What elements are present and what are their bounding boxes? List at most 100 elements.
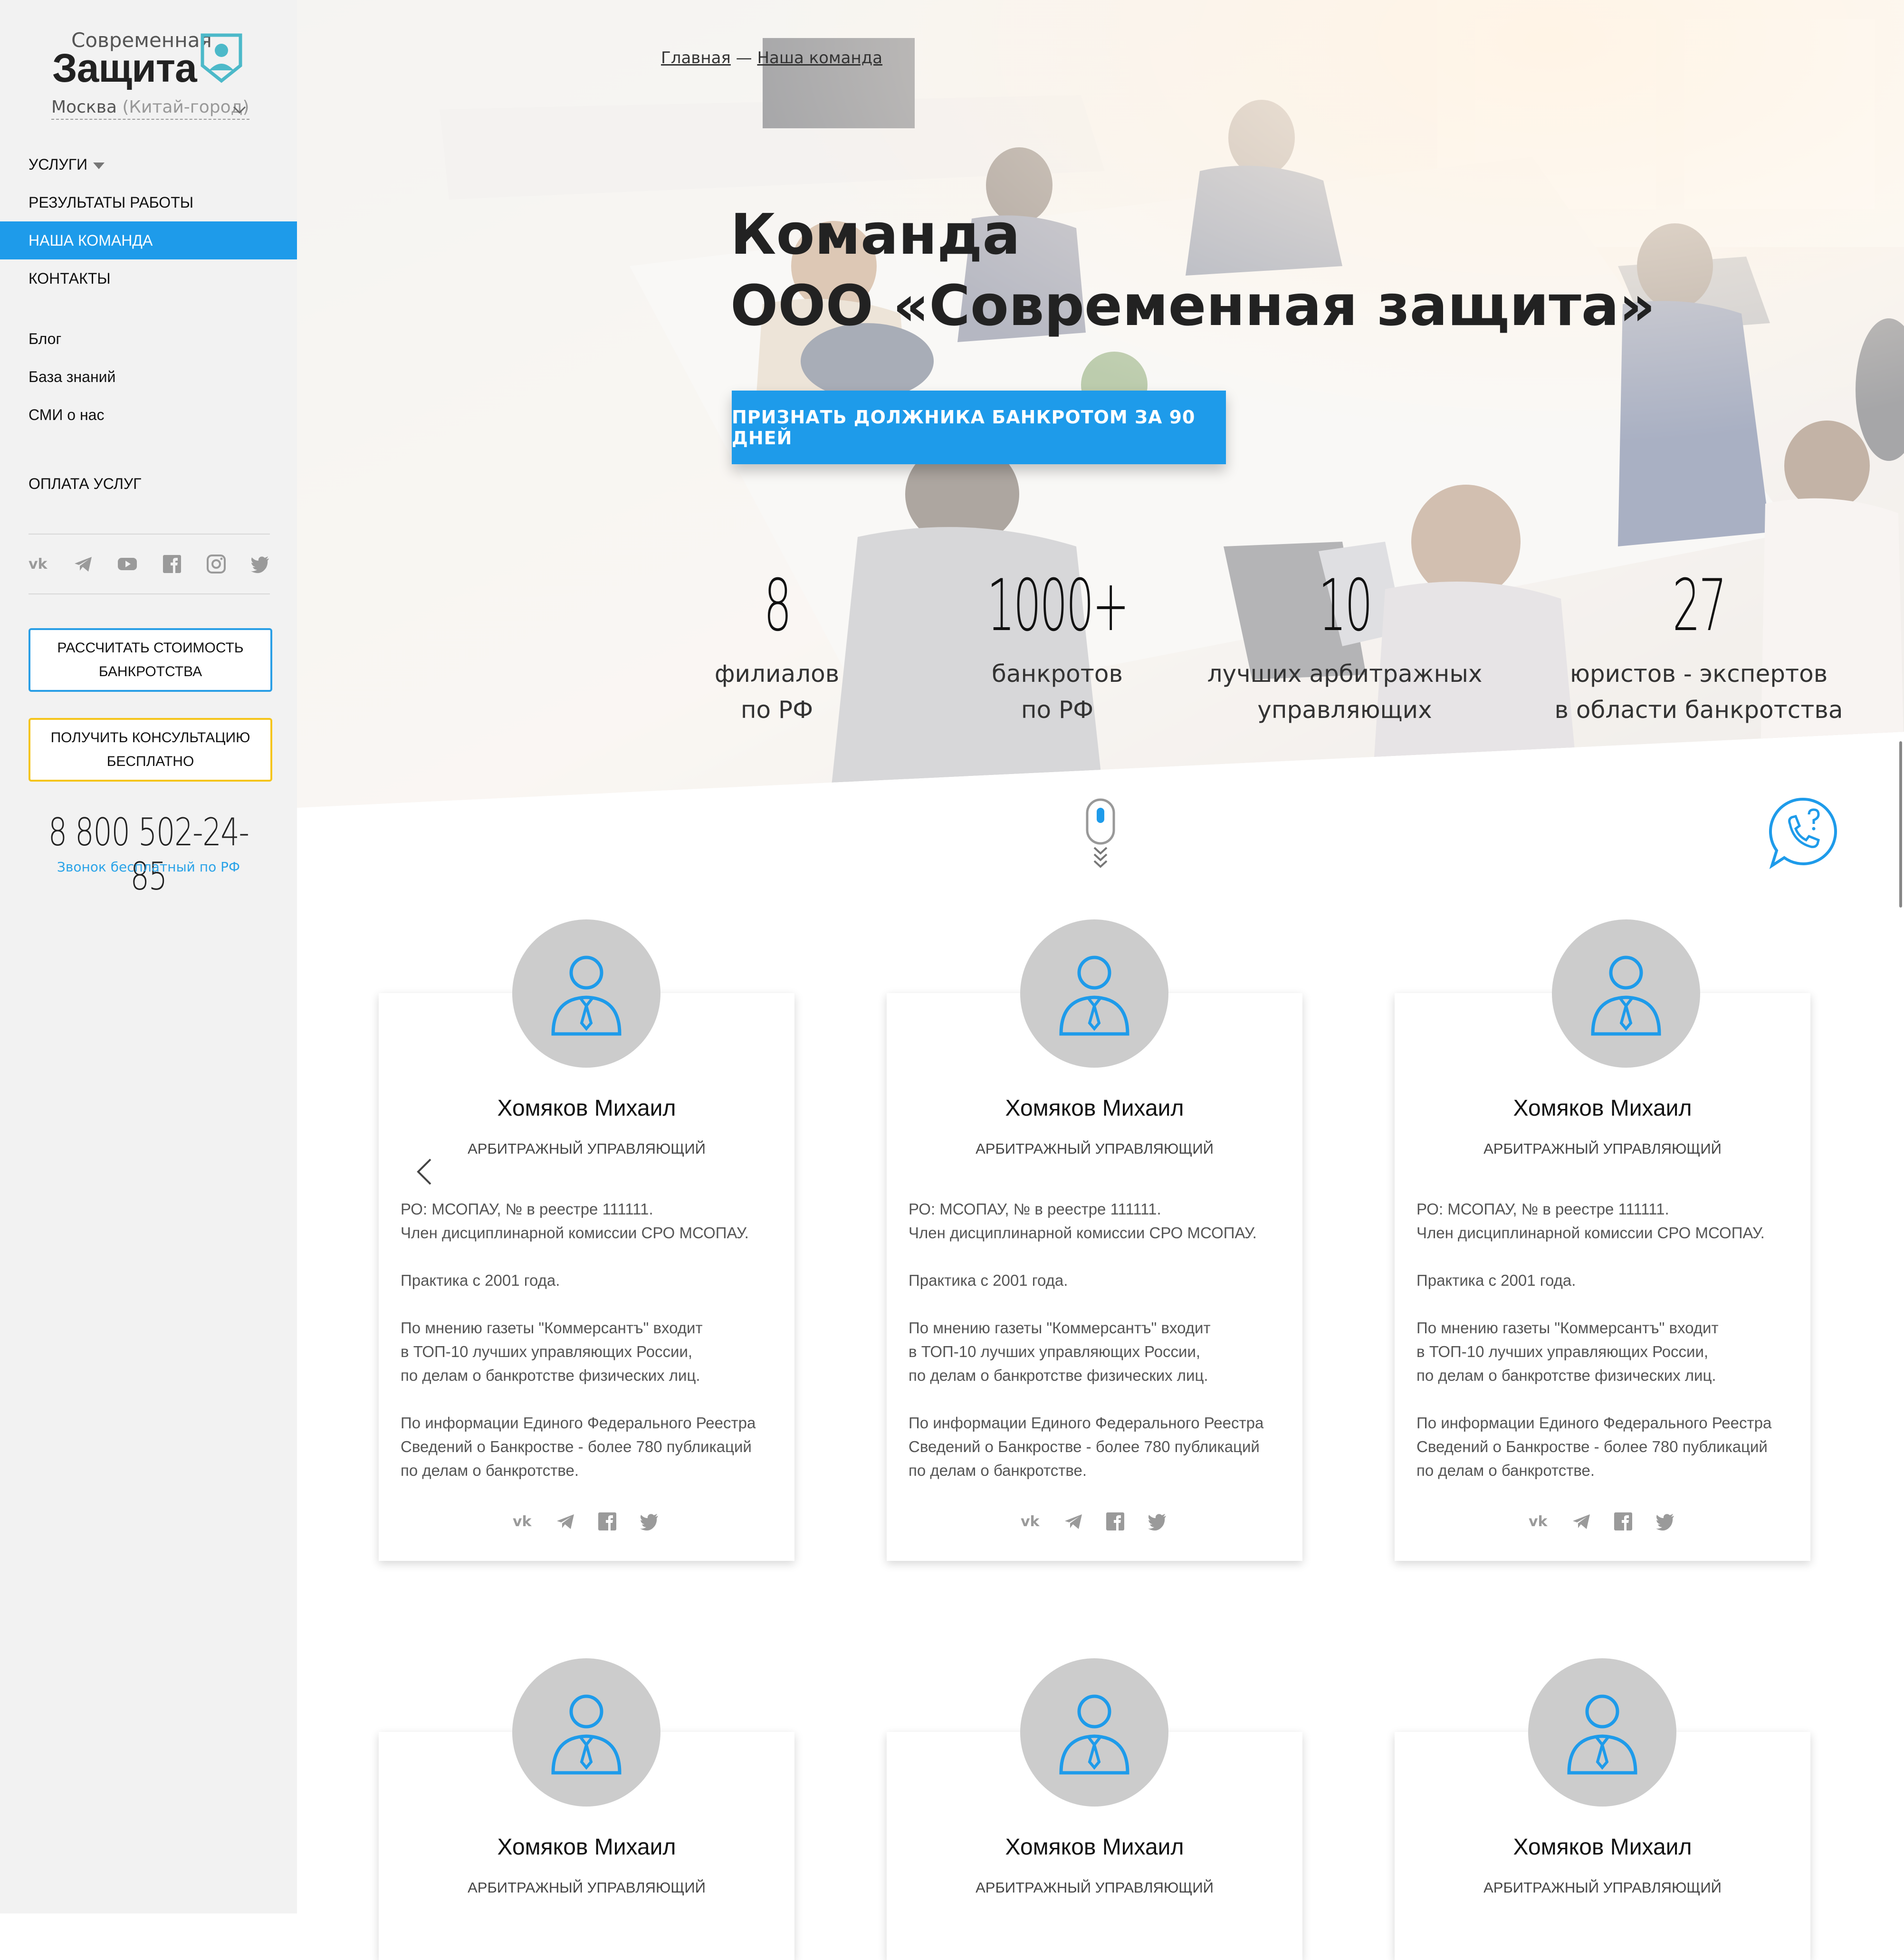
user-icon xyxy=(1567,1694,1637,1775)
main-nav: Услуги Результаты работы Наша команда Ко… xyxy=(0,145,297,297)
scrollbar[interactable] xyxy=(1899,741,1902,908)
stat-label-line: по РФ xyxy=(1021,696,1094,724)
nav-item-blog[interactable]: Блог xyxy=(0,320,297,358)
member-role: АРБИТРАЖНЫЙ УПРАВЛЯЮЩИЙ xyxy=(468,1879,706,1896)
facebook-icon[interactable] xyxy=(597,1511,618,1532)
avatar xyxy=(512,919,660,1068)
free-consultation-button[interactable]: Получить консультацию бесплатно xyxy=(29,718,272,782)
nav-item-media[interactable]: СМИ о нас xyxy=(0,396,297,434)
vk-icon[interactable]: vk xyxy=(1529,1511,1550,1532)
stat-label: лучших арбитражных управляющих xyxy=(1178,656,1511,728)
facebook-icon[interactable] xyxy=(162,554,182,574)
avatar xyxy=(512,1658,660,1807)
stat-managers: 10 лучших арбитражных управляющих xyxy=(1178,565,1511,728)
nav-item-knowledge-base[interactable]: База знаний xyxy=(0,358,297,396)
bio-paragraph: По информации Единого Федерального Реест… xyxy=(401,1414,756,1479)
member-socials: vk xyxy=(513,1511,660,1532)
member-socials: vk xyxy=(1021,1511,1168,1532)
avatar xyxy=(1552,919,1700,1068)
svg-text:vk: vk xyxy=(1021,1513,1040,1530)
member-bio: РО: МСОПАУ, № в реестре 111111. Член дис… xyxy=(909,1197,1289,1506)
stat-label-line: банкротов xyxy=(992,660,1123,688)
stat-value: 1000+ xyxy=(986,564,1129,647)
scroll-down-icon[interactable] xyxy=(1086,798,1115,870)
divider xyxy=(29,593,270,594)
user-icon xyxy=(551,956,622,1036)
nav-item-results[interactable]: Результаты работы xyxy=(0,183,297,221)
nav-item-services[interactable]: Услуги xyxy=(0,145,297,183)
twitter-icon[interactable] xyxy=(639,1511,660,1532)
payment-nav: Оплата услуг xyxy=(0,465,297,503)
logo-text-main: Защита xyxy=(52,46,197,90)
divider xyxy=(29,534,270,535)
phone-number[interactable]: 8 800 502-24-85 xyxy=(33,810,265,899)
member-name: Хомяков Михаил xyxy=(1513,1096,1692,1121)
member-name: Хомяков Михаил xyxy=(497,1096,676,1121)
member-name: Хомяков Михаил xyxy=(1513,1835,1692,1860)
instagram-icon[interactable] xyxy=(206,554,227,574)
svg-text:vk: vk xyxy=(513,1513,532,1530)
vk-icon[interactable]: vk xyxy=(1021,1511,1042,1532)
breadcrumb-home-link[interactable]: Главная xyxy=(661,48,731,67)
user-icon xyxy=(1059,1694,1129,1775)
sidebar-socials: vk xyxy=(29,554,271,574)
stat-value: 27 xyxy=(1672,564,1727,647)
nav-item-label: Контакты xyxy=(29,270,111,287)
breadcrumb-current[interactable]: Наша команда xyxy=(757,48,882,67)
team-card: Хомяков Михаил АРБИТРАЖНЫЙ УПРАВЛЯЮЩИЙ Р… xyxy=(1395,993,1810,1561)
avatar xyxy=(1020,919,1168,1068)
chevron-left-icon[interactable] xyxy=(413,1157,435,1186)
vk-icon[interactable]: vk xyxy=(29,554,49,574)
hero-section: Главная — Наша команда Команда ООО «Совр… xyxy=(297,0,1904,808)
telegram-icon[interactable] xyxy=(1571,1511,1592,1532)
member-bio: РО: МСОПАУ, № в реестре 111111. Член дис… xyxy=(1416,1197,1797,1506)
sidebar: Современная Защита Москва (Китай-город) … xyxy=(0,0,297,1913)
calculate-cost-button[interactable]: Рассчитать стоимость банкротства xyxy=(29,628,272,692)
twitter-icon[interactable] xyxy=(250,554,271,574)
stat-label-line: юристов - экспертов xyxy=(1569,660,1828,688)
chevron-down-icon[interactable] xyxy=(232,102,247,117)
member-name: Хомяков Михаил xyxy=(1005,1096,1184,1121)
avatar xyxy=(1020,1658,1168,1807)
user-icon xyxy=(551,1694,622,1775)
member-socials: vk xyxy=(1529,1511,1676,1532)
city-selector[interactable]: Москва (Китай-город) xyxy=(51,97,249,120)
twitter-icon[interactable] xyxy=(1147,1511,1168,1532)
bio-paragraph: Практика с 2001 года. xyxy=(909,1272,1068,1289)
facebook-icon[interactable] xyxy=(1105,1511,1126,1532)
page-title: Команда ООО «Современная защита» xyxy=(730,199,1655,341)
member-role: АРБИТРАЖНЫЙ УПРАВЛЯЮЩИЙ xyxy=(976,1879,1214,1896)
stat-label-line: лучших арбитражных xyxy=(1207,660,1483,688)
page-title-line-2: ООО «Современная защита» xyxy=(730,273,1655,338)
nav-item-label: Результаты работы xyxy=(29,194,194,211)
stat-value: 8 xyxy=(764,564,792,647)
team-card: Хомяков Михаил АРБИТРАЖНЫЙ УПРАВЛЯЮЩИЙ Р… xyxy=(887,993,1302,1561)
nav-item-team[interactable]: Наша команда xyxy=(0,221,297,259)
nav-item-label: Оплата услуг xyxy=(29,475,142,492)
stat-label-line: в области банкротства xyxy=(1554,696,1843,724)
nav-item-contacts[interactable]: Контакты xyxy=(0,259,297,297)
telegram-icon[interactable] xyxy=(1063,1511,1084,1532)
telegram-icon[interactable] xyxy=(73,554,94,574)
breadcrumb-separator: — xyxy=(736,48,752,67)
logo-mark-icon xyxy=(201,33,242,83)
youtube-icon[interactable] xyxy=(117,554,138,574)
bio-paragraph: РО: МСОПАУ, № в реестре 111111. Член дис… xyxy=(401,1200,749,1242)
nav-item-payment[interactable]: Оплата услуг xyxy=(0,465,297,503)
member-bio: РО: МСОПАУ, № в реестре 111111. Член дис… xyxy=(401,1197,781,1506)
member-role: АРБИТРАЖНЫЙ УПРАВЛЯЮЩИЙ xyxy=(468,1140,706,1157)
member-name: Хомяков Михаил xyxy=(497,1835,676,1860)
phone-help-chat-icon[interactable] xyxy=(1765,794,1841,870)
telegram-icon[interactable] xyxy=(555,1511,576,1532)
nav-item-label: Наша команда xyxy=(29,232,153,249)
member-role: АРБИТРАЖНЫЙ УПРАВЛЯЮЩИЙ xyxy=(1483,1879,1722,1896)
stat-label: банкротов по РФ xyxy=(891,656,1224,728)
twitter-icon[interactable] xyxy=(1655,1511,1676,1532)
facebook-icon[interactable] xyxy=(1613,1511,1634,1532)
bankruptcy-cta-button[interactable]: ПРИЗНАТЬ ДОЛЖНИКА БАНКРОТОМ ЗА 90 ДНЕЙ xyxy=(732,391,1226,464)
nav-item-label: Услуги xyxy=(29,156,88,173)
bio-paragraph: По информации Единого Федерального Реест… xyxy=(1416,1414,1772,1479)
page-title-line-1: Команда xyxy=(730,201,1021,267)
bio-paragraph: Практика с 2001 года. xyxy=(1416,1272,1576,1289)
vk-icon[interactable]: vk xyxy=(513,1511,534,1532)
